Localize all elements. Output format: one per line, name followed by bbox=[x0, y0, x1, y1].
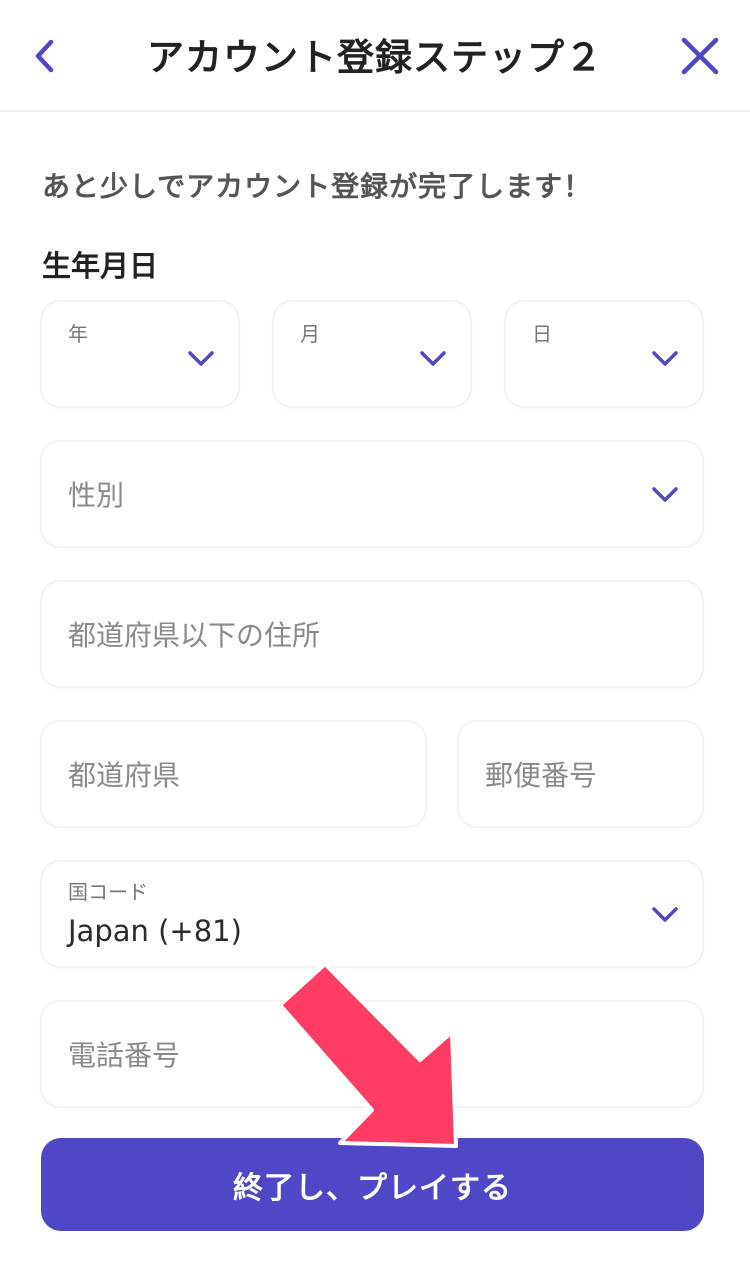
birth-day-select[interactable]: 日 bbox=[506, 302, 702, 406]
chevron-down-icon bbox=[420, 351, 446, 366]
finish-and-play-button[interactable]: 終了し、プレイする bbox=[41, 1138, 704, 1231]
birth-year-select[interactable]: 年 bbox=[42, 302, 238, 406]
country-code-select[interactable]: 国コード Japan (+81) bbox=[42, 862, 702, 966]
phone-placeholder: 電話番号 bbox=[68, 1039, 181, 1072]
chevron-down-icon bbox=[652, 487, 678, 502]
country-code-value: Japan (+81) bbox=[68, 914, 242, 948]
address-input[interactable]: 都道府県以下の住所 bbox=[42, 582, 702, 686]
postal-code-placeholder: 郵便番号 bbox=[485, 759, 598, 792]
prefecture-placeholder: 都道府県 bbox=[68, 759, 181, 792]
intro-text: あと少しでアカウント登録が完了します！ bbox=[42, 170, 593, 203]
birth-month-select[interactable]: 月 bbox=[274, 302, 470, 406]
chevron-down-icon bbox=[188, 351, 214, 366]
gender-select[interactable]: 性別 bbox=[42, 442, 702, 546]
day-label: 日 bbox=[532, 322, 552, 346]
postal-code-input[interactable]: 郵便番号 bbox=[459, 722, 702, 826]
gender-placeholder: 性別 bbox=[68, 479, 125, 512]
address-placeholder: 都道府県以下の住所 bbox=[68, 619, 321, 652]
chevron-down-icon bbox=[652, 907, 678, 922]
page-title: アカウント登録ステップ２ bbox=[147, 36, 603, 79]
close-icon bbox=[681, 37, 719, 75]
header: アカウント登録ステップ２ bbox=[0, 0, 750, 112]
chevron-down-icon bbox=[652, 351, 678, 366]
phone-input[interactable]: 電話番号 bbox=[42, 1002, 702, 1106]
year-label: 年 bbox=[68, 322, 88, 346]
registration-step2-page: アカウント登録ステップ２ あと少しでアカウント登録が完了します！ 生年月日 年 … bbox=[0, 0, 750, 1279]
birthdate-label: 生年月日 bbox=[42, 249, 159, 283]
month-label: 月 bbox=[300, 322, 320, 346]
close-button[interactable] bbox=[674, 30, 726, 82]
country-code-label: 国コード bbox=[68, 880, 148, 904]
prefecture-input[interactable]: 都道府県 bbox=[42, 722, 425, 826]
